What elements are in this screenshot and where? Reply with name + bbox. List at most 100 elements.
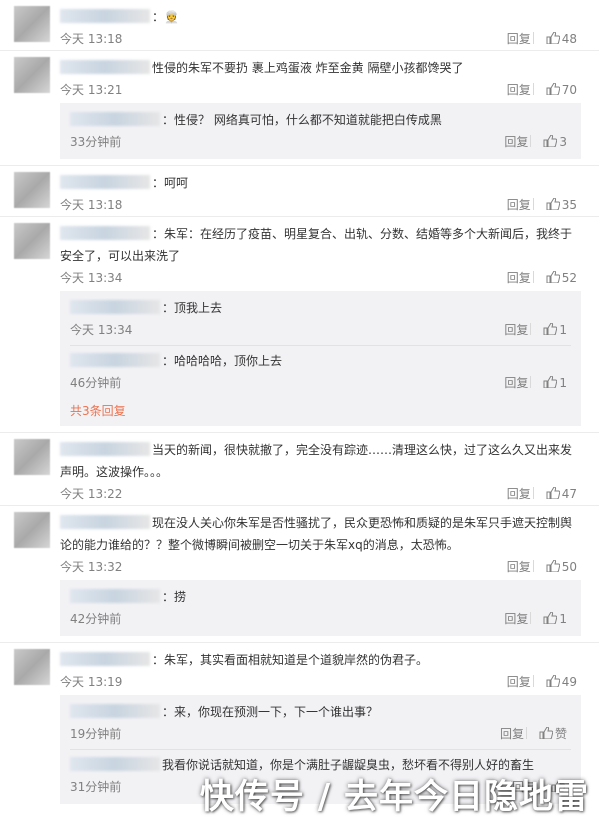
- more-replies-link[interactable]: 共3条回复: [70, 398, 571, 424]
- username-blurred[interactable]: [70, 300, 160, 314]
- like-icon[interactable]: [546, 32, 560, 44]
- like-count[interactable]: 1: [559, 323, 567, 337]
- divider: [532, 675, 534, 687]
- avatar[interactable]: [14, 512, 50, 548]
- comment-body: 当天的新闻，很快就撤了，完全没有踪迹……清理这么快，过了这么久又出来发声明。这波…: [60, 439, 585, 505]
- avatar[interactable]: [14, 439, 50, 475]
- username-blurred[interactable]: [60, 226, 150, 240]
- reply-button[interactable]: 回复: [507, 83, 531, 97]
- reply-button[interactable]: 回复: [507, 198, 531, 212]
- timestamp: 31分钟前: [70, 780, 122, 794]
- like-count[interactable]: 35: [562, 198, 577, 212]
- username-blurred[interactable]: [60, 515, 150, 529]
- reply-button[interactable]: 回复: [507, 487, 531, 501]
- comment-item: 现在没人关心你朱军是否性骚扰了，民众更恐怖和质疑的是朱军只手遮天控制舆论的能力谁…: [0, 505, 599, 636]
- comment-meta: 19分钟前 回复 赞: [70, 723, 571, 745]
- divider: [532, 487, 534, 499]
- avatar[interactable]: [14, 172, 50, 208]
- comment-meta: 今天 13:22 回复 47: [60, 483, 581, 505]
- reply-button[interactable]: 回复: [507, 32, 531, 46]
- timestamp: 33分钟前: [70, 135, 122, 149]
- username-blurred[interactable]: [60, 442, 150, 456]
- reply-text: ：性侵？ 网络真可怕，什么都不知道就能把白传成黑: [70, 109, 571, 131]
- reply-content: ：性侵？ 网络真可怕，什么都不知道就能把白传成黑: [162, 113, 442, 127]
- avatar[interactable]: [14, 649, 50, 685]
- reply-text: ：捞: [70, 586, 571, 608]
- comment-body: 性侵的朱军不要扔 裹上鸡蛋液 炸至金黄 隔壁小孩都馋哭了 今天 13:21 回复 70…: [60, 57, 585, 159]
- reply-button[interactable]: 回复: [500, 727, 524, 741]
- username-blurred[interactable]: [60, 652, 150, 666]
- timestamp: 19分钟前: [70, 727, 122, 741]
- like-icon[interactable]: [546, 198, 560, 210]
- comment-meta: 今天 13:21 回复 70: [60, 79, 581, 101]
- username-blurred[interactable]: [60, 60, 150, 74]
- like-icon[interactable]: [546, 487, 560, 499]
- reply-button[interactable]: 回复: [507, 675, 531, 689]
- like-count[interactable]: 1: [559, 376, 567, 390]
- reply-button[interactable]: 回复: [504, 135, 528, 149]
- reply-button[interactable]: 回复: [507, 560, 531, 574]
- comment-content: ：👳: [152, 10, 179, 24]
- like-icon[interactable]: [546, 675, 560, 687]
- avatar[interactable]: [14, 223, 50, 259]
- username-blurred[interactable]: [70, 589, 160, 603]
- reply-item: ：性侵？ 网络真可怕，什么都不知道就能把白传成黑 33分钟前 回复 3: [70, 105, 571, 157]
- timestamp: 今天 13:18: [60, 32, 123, 46]
- divider: [530, 135, 532, 147]
- reply-button[interactable]: 回复: [504, 612, 528, 626]
- comment-actions: 回复 3: [502, 131, 567, 153]
- like-icon[interactable]: [543, 612, 558, 624]
- comment-actions: 回复 35: [505, 194, 577, 216]
- comment-item: ：👳 今天 13:18 回复 48: [0, 0, 599, 50]
- username-blurred[interactable]: [70, 704, 160, 718]
- like-icon[interactable]: [539, 727, 553, 739]
- comment-body: ：朱军：在经历了疫苗、明星复合、出轨、分数、结婚等多个大新闻后，我终于安全了，可…: [60, 223, 585, 426]
- like-count[interactable]: 50: [562, 560, 577, 574]
- reply-text: ：哈哈哈哈，顶你上去: [70, 350, 571, 372]
- reply-content: ：来，你现在预测一下，下一个谁出事？: [162, 705, 379, 719]
- watermark: 快传号 / 去年今日隐地雷: [199, 777, 589, 817]
- like-count[interactable]: 49: [562, 675, 577, 689]
- like-icon[interactable]: [543, 135, 558, 147]
- reply-button[interactable]: 回复: [504, 323, 528, 337]
- comment-item: 当天的新闻，很快就撤了，完全没有踪迹……清理这么快，过了这么久又出来发声明。这波…: [0, 432, 599, 505]
- like-count[interactable]: 1: [559, 612, 567, 626]
- reply-content: ：捞: [162, 590, 187, 604]
- avatar[interactable]: [14, 57, 50, 93]
- username-blurred[interactable]: [70, 112, 160, 126]
- like-count[interactable]: 52: [562, 271, 577, 285]
- comment-meta: 33分钟前 回复 3: [70, 131, 571, 153]
- like-icon[interactable]: [543, 323, 558, 335]
- comment-content: ：朱军，其实看面相就知道是个道貌岸然的伪君子。: [152, 653, 429, 667]
- avatar[interactable]: [14, 6, 50, 42]
- reply-list: ：顶我上去 今天 13:34 回复 1 ：哈哈哈哈，顶你上去 46分钟前 回复 1 共3条回复: [60, 291, 581, 426]
- like-count[interactable]: 3: [559, 135, 567, 149]
- timestamp: 今天 13:19: [60, 675, 123, 689]
- comment-meta: 今天 13:32 回复 50: [60, 556, 581, 578]
- timestamp: 今天 13:34: [70, 323, 133, 337]
- like-count[interactable]: 48: [562, 32, 577, 46]
- divider: [525, 727, 527, 739]
- divider: [532, 271, 534, 283]
- like-count[interactable]: 47: [562, 487, 577, 501]
- comment-actions: 回复 48: [505, 28, 577, 50]
- username-blurred[interactable]: [70, 353, 160, 367]
- like-icon[interactable]: [543, 376, 558, 388]
- username-blurred[interactable]: [60, 9, 150, 23]
- comment-meta: 今天 13:18 回复 48: [60, 28, 581, 50]
- divider: [530, 323, 532, 335]
- reply-list: ：捞 42分钟前 回复 1: [60, 580, 581, 636]
- username-blurred[interactable]: [70, 757, 160, 771]
- username-blurred[interactable]: [60, 175, 150, 189]
- reply-button[interactable]: 回复: [504, 376, 528, 390]
- like-icon[interactable]: [546, 560, 560, 572]
- reply-item: ：捞 42分钟前 回复 1: [70, 582, 571, 634]
- like-icon[interactable]: [546, 83, 560, 95]
- comment-text: ：朱军：在经历了疫苗、明星复合、出轨、分数、结婚等多个大新闻后，我终于安全了，可…: [60, 223, 581, 267]
- comment-actions: 回复 50: [505, 556, 577, 578]
- divider: [530, 376, 532, 388]
- like-count[interactable]: 70: [562, 83, 577, 97]
- like-icon[interactable]: [546, 271, 560, 283]
- like-count[interactable]: 赞: [555, 727, 567, 741]
- reply-button[interactable]: 回复: [507, 271, 531, 285]
